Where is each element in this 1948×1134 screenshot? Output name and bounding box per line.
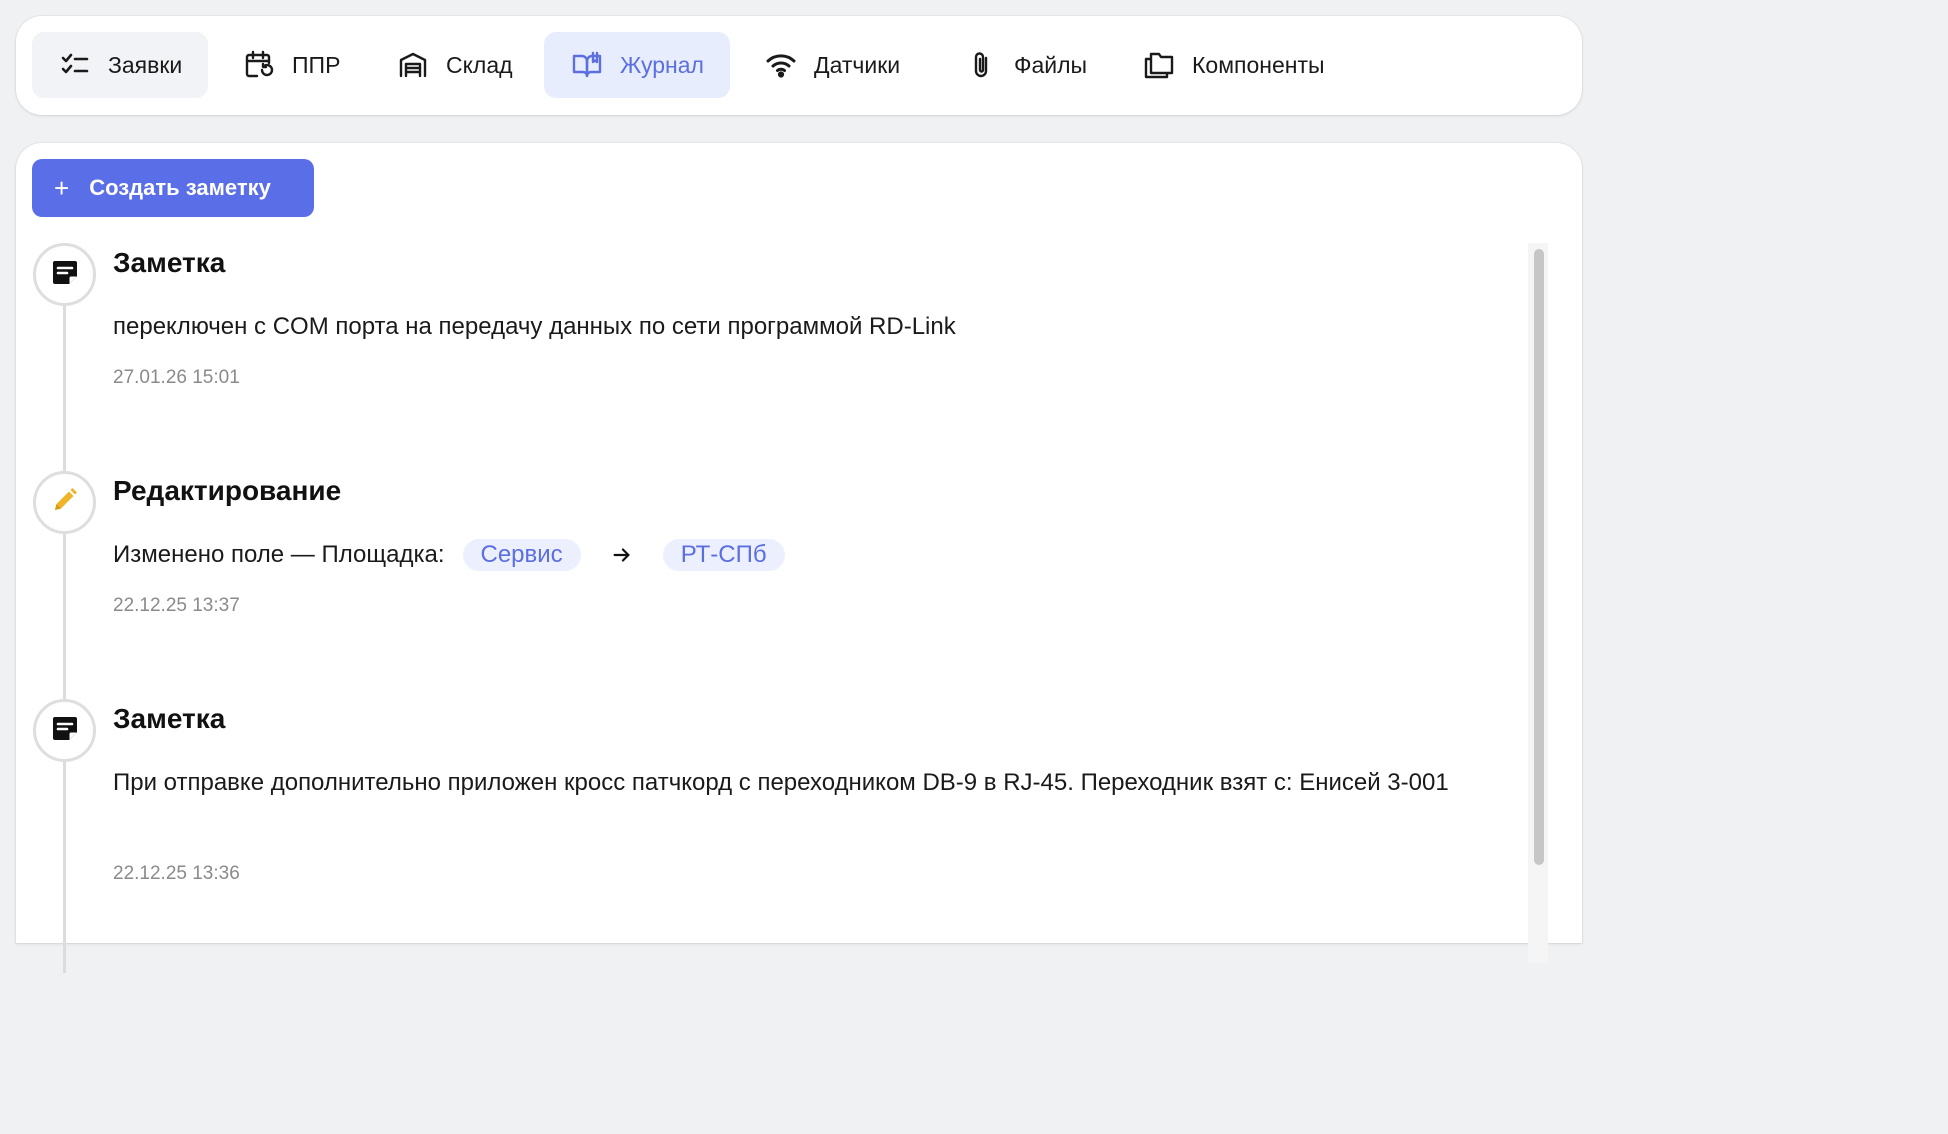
folders-icon (1142, 48, 1176, 82)
tab-label: Журнал (620, 51, 704, 78)
open-book-icon (570, 48, 604, 82)
tab-sensors[interactable]: Датчики (738, 32, 918, 98)
tab-label: Файлы (1014, 51, 1088, 78)
arrow-right-icon (611, 544, 633, 566)
note-icon (51, 258, 79, 291)
old-value-badge: Сервис (462, 539, 581, 571)
tab-label: Датчики (814, 51, 901, 78)
entry-timestamp: 22.12.25 13:36 (113, 863, 240, 884)
tab-label: Склад (446, 51, 513, 78)
entry-timestamp: 22.12.25 13:37 (113, 595, 240, 616)
tab-warehouse[interactable]: Склад (370, 32, 530, 98)
journal-panel: + Создать заметку Заметка переключен с C… (16, 143, 1582, 973)
scrollbar-thumb[interactable] (1534, 249, 1544, 865)
entry-timestamp: 27.01.26 15:01 (113, 367, 240, 388)
warehouse-icon (396, 48, 430, 82)
create-note-button[interactable]: + Создать заметку (32, 159, 314, 217)
paperclip-icon (964, 48, 998, 82)
tab-label: ППР (292, 51, 341, 78)
calendar-refresh-icon (242, 48, 276, 82)
change-label: Изменено поле — Площадка: (113, 541, 445, 568)
entry-icon-circle (33, 471, 96, 534)
wifi-icon (764, 48, 798, 82)
tab-journal[interactable]: Журнал (544, 32, 730, 98)
timeline-entry: Заметка При отправке дополнительно прило… (16, 699, 1516, 959)
tab-label: Заявки (108, 51, 183, 78)
tab-requests[interactable]: Заявки (32, 32, 208, 98)
entry-icon-circle (33, 243, 96, 306)
tab-components[interactable]: Компоненты (1116, 32, 1346, 98)
entry-title: Редактирование (113, 475, 342, 506)
entry-text: переключен с COM порта на передачу данны… (113, 313, 956, 340)
entry-title: Заметка (113, 703, 226, 734)
top-navigation-tabs: Заявки ППР Склад Журнал Датчики Файлы Ко… (16, 16, 1582, 115)
tab-ppr[interactable]: ППР (216, 32, 356, 98)
entry-text: При отправке дополнительно приложен крос… (113, 769, 1449, 796)
new-value-badge: РТ-СПб (662, 539, 785, 571)
timeline-entry: Заметка переключен с COM порта на переда… (16, 243, 1516, 463)
timeline-entry: Редактирование Изменено поле — Площадка:… (16, 471, 1516, 691)
tab-label: Компоненты (1192, 51, 1325, 78)
tab-files[interactable]: Файлы (938, 32, 1098, 98)
create-note-label: Создать заметку (89, 175, 271, 200)
plus-icon: + (54, 173, 70, 203)
checklist-icon (58, 48, 92, 82)
field-change: Изменено поле — Площадка: Сервис РТ-СПб (113, 535, 1523, 575)
entry-title: Заметка (113, 247, 226, 278)
pencil-icon (51, 486, 79, 519)
entry-icon-circle (33, 699, 96, 762)
note-icon (51, 714, 79, 747)
